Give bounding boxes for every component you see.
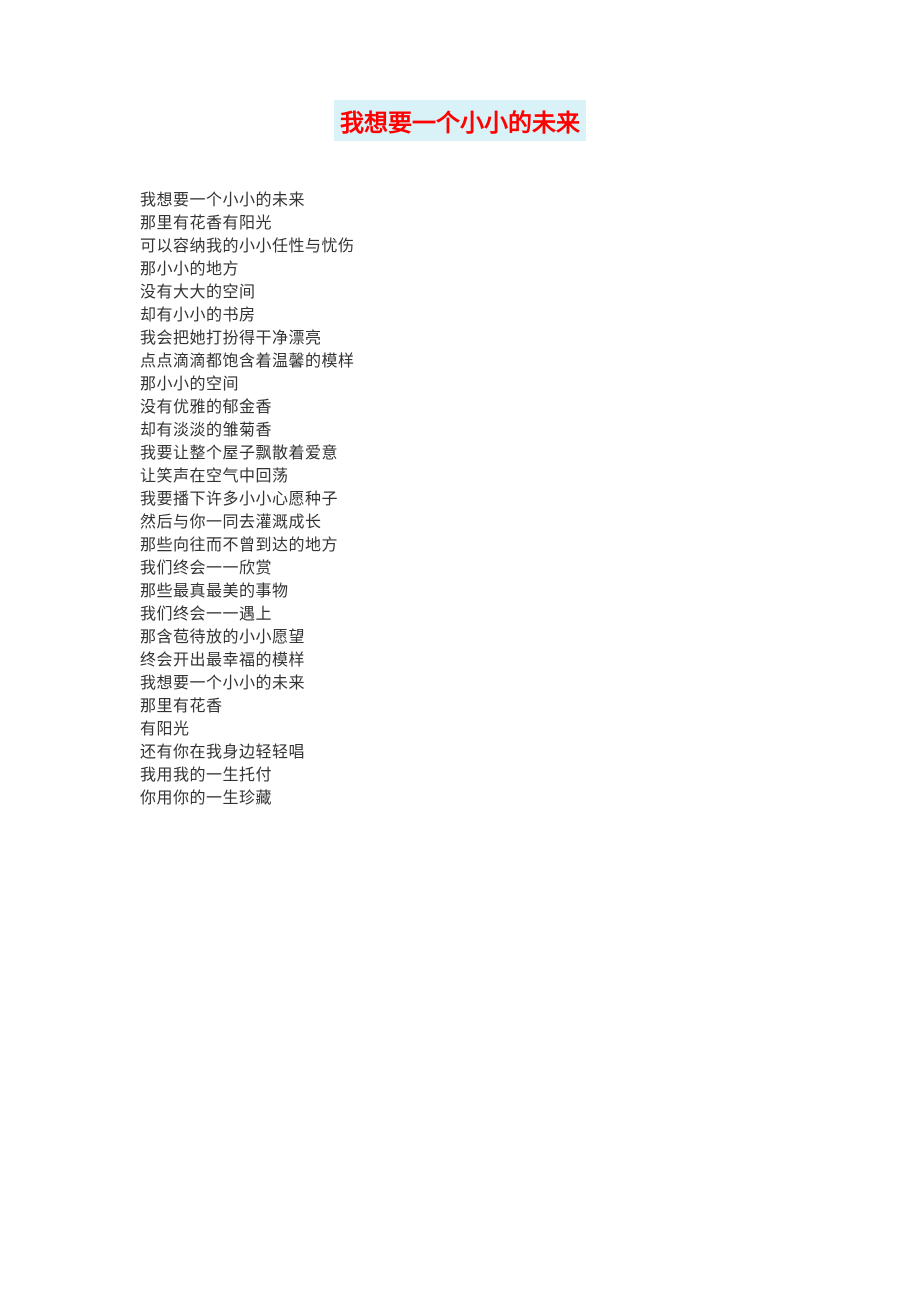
poem-line: 让笑声在空气中回荡 <box>140 465 780 488</box>
poem-line: 我们终会一一欣赏 <box>140 557 780 580</box>
poem-line: 然后与你一同去灌溉成长 <box>140 511 780 534</box>
poem-line: 我们终会一一遇上 <box>140 603 780 626</box>
poem-line: 那些向往而不曾到达的地方 <box>140 534 780 557</box>
poem-line: 没有大大的空间 <box>140 281 780 304</box>
poem-line: 可以容纳我的小小任性与忧伤 <box>140 235 780 258</box>
poem-line: 那含苞待放的小小愿望 <box>140 626 780 649</box>
poem-body: 我想要一个小小的未来那里有花香有阳光可以容纳我的小小任性与忧伤那小小的地方没有大… <box>140 189 780 810</box>
poem-line: 我用我的一生托付 <box>140 764 780 787</box>
poem-line: 却有小小的书房 <box>140 304 780 327</box>
poem-line: 我会把她打扮得干净漂亮 <box>140 327 780 350</box>
poem-line: 点点滴滴都饱含着温馨的模样 <box>140 350 780 373</box>
poem-line: 有阳光 <box>140 718 780 741</box>
poem-line: 我想要一个小小的未来 <box>140 189 780 212</box>
document-page: 我想要一个小小的未来 我想要一个小小的未来那里有花香有阳光可以容纳我的小小任性与… <box>0 0 920 810</box>
poem-line: 终会开出最幸福的模样 <box>140 649 780 672</box>
poem-line: 那里有花香有阳光 <box>140 212 780 235</box>
poem-line: 那小小的地方 <box>140 258 780 281</box>
poem-line: 那里有花香 <box>140 695 780 718</box>
document-title: 我想要一个小小的未来 <box>334 100 586 141</box>
poem-line: 那小小的空间 <box>140 373 780 396</box>
poem-line: 我要让整个屋子飘散着爱意 <box>140 442 780 465</box>
poem-line: 还有你在我身边轻轻唱 <box>140 741 780 764</box>
poem-line: 那些最真最美的事物 <box>140 580 780 603</box>
poem-line: 却有淡淡的雏菊香 <box>140 419 780 442</box>
title-wrapper: 我想要一个小小的未来 <box>140 100 780 189</box>
poem-line: 你用你的一生珍藏 <box>140 787 780 810</box>
poem-line: 没有优雅的郁金香 <box>140 396 780 419</box>
poem-line: 我想要一个小小的未来 <box>140 672 780 695</box>
poem-line: 我要播下许多小小心愿种子 <box>140 488 780 511</box>
